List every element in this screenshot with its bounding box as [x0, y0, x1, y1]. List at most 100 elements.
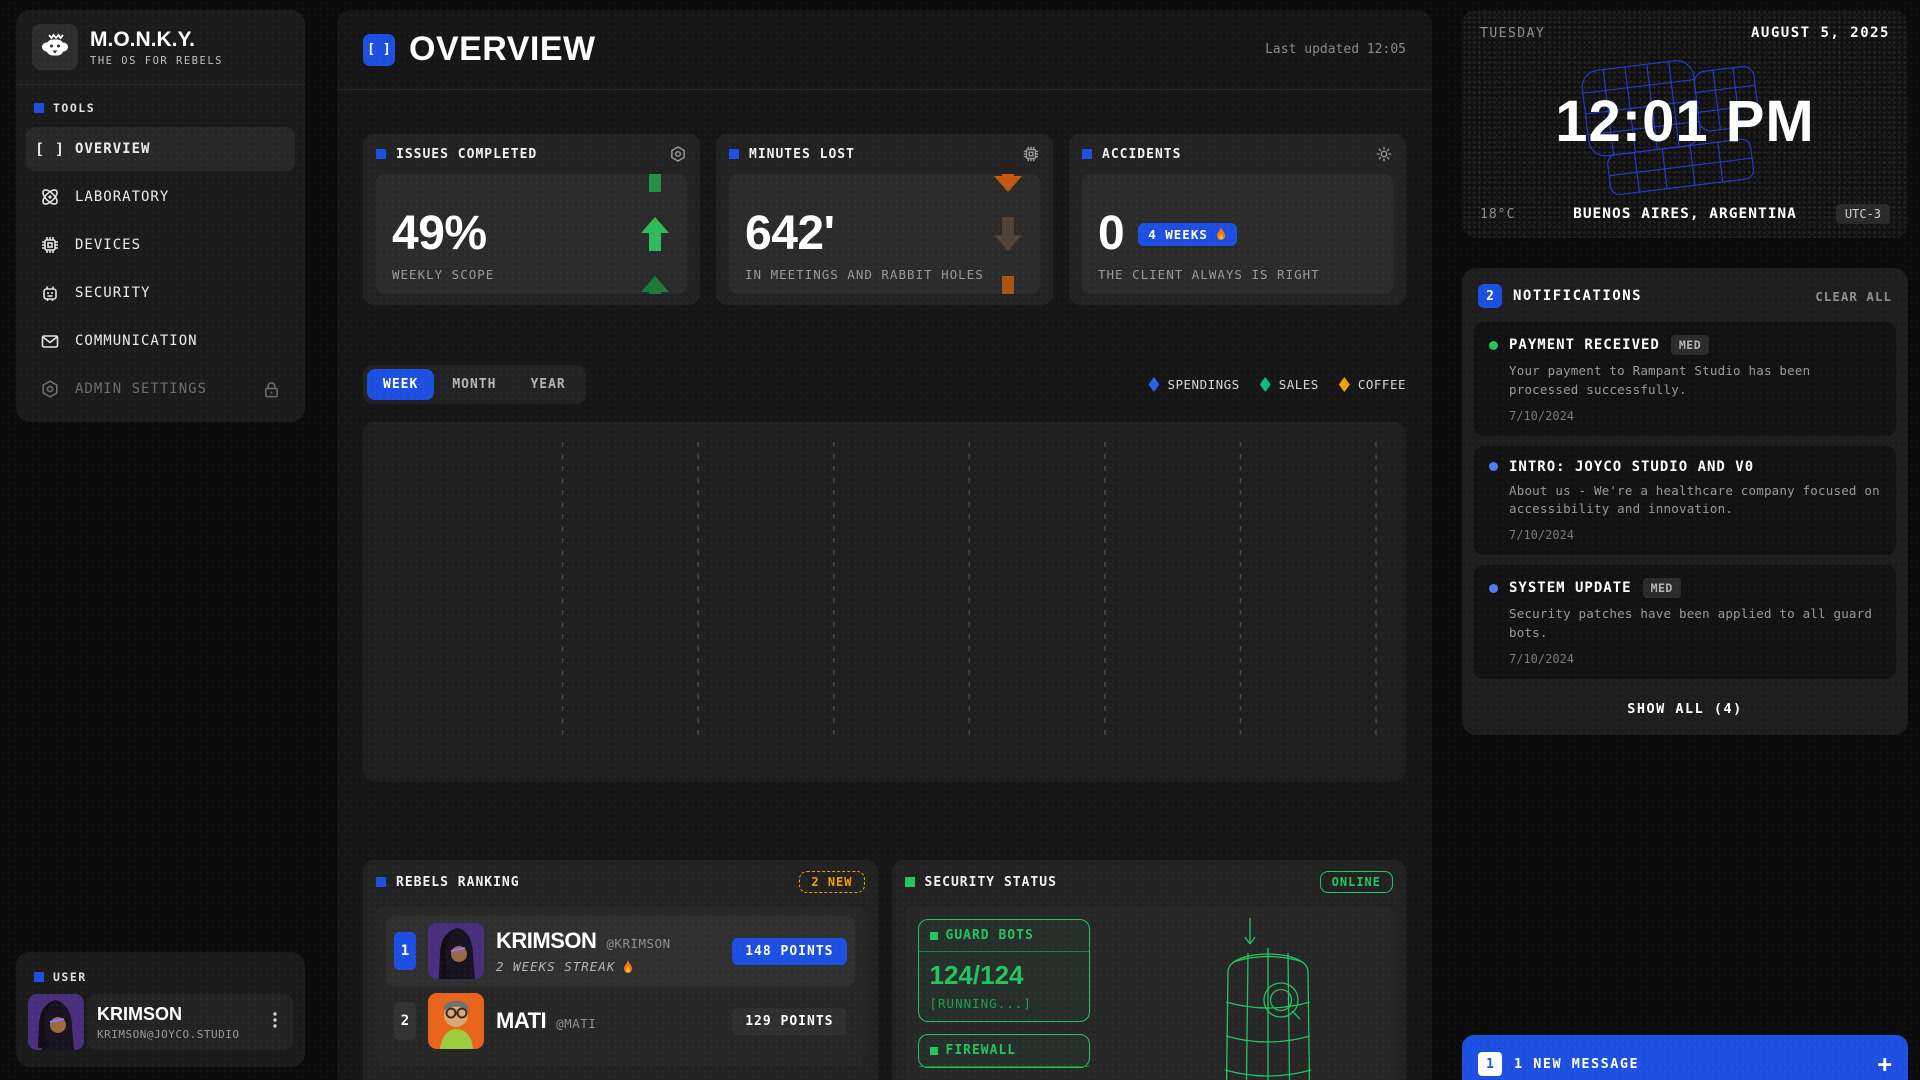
- tools-label: TOOLS: [53, 101, 95, 115]
- clock-temperature: 18°C: [1480, 207, 1570, 222]
- rank-badge: 1: [394, 932, 416, 970]
- envelope-icon: [39, 331, 61, 351]
- chip-icon[interactable]: [1022, 145, 1040, 163]
- sidebar-item-label: COMMUNICATION: [75, 333, 198, 349]
- trend-up-icon: [635, 174, 675, 294]
- overview-brackets-icon: [ ]: [363, 34, 395, 66]
- notification-item-intro[interactable]: INTRO: JOYCO STUDIO AND V0 About us - We…: [1474, 446, 1896, 556]
- rebel-name: MATI: [496, 1008, 546, 1034]
- ranking-row-1[interactable]: 1 KRIMSON @KRIMSON: [386, 916, 855, 986]
- rank-badge: 2: [394, 1002, 416, 1040]
- plus-icon: +: [1878, 1050, 1892, 1078]
- user-panel: USER KRIMSON KRIMSON@JOYCO.STUDIO: [16, 952, 305, 1067]
- notification-dot: [1489, 584, 1498, 593]
- tab-week[interactable]: WEEK: [367, 369, 434, 400]
- notification-title: INTRO: JOYCO STUDIO AND V0: [1509, 459, 1754, 475]
- card-bullet: [376, 149, 386, 159]
- user-menu-button[interactable]: [267, 1011, 283, 1033]
- points-badge: 129 POINTS: [732, 1008, 846, 1035]
- legend-item-coffee[interactable]: COFFEE: [1339, 377, 1406, 392]
- guard-bots-count: 124/124: [930, 960, 1078, 991]
- guard-bots-status: [RUNNING...]: [930, 996, 1078, 1011]
- rebel-handle: @KRIMSON: [606, 936, 670, 951]
- tab-year[interactable]: YEAR: [514, 369, 581, 400]
- flame-icon: [622, 960, 634, 974]
- clock-location: BUENOS AIRES, ARGENTINA: [1570, 206, 1800, 222]
- trend-down-icon: [988, 174, 1028, 294]
- notification-title: SYSTEM UPDATE: [1509, 580, 1632, 596]
- tab-month[interactable]: MONTH: [436, 369, 512, 400]
- sidebar-item-devices[interactable]: DEVICES: [26, 223, 295, 267]
- security-status-card: SECURITY STATUS ONLINE GUARD BOTS 124/12…: [892, 860, 1407, 1080]
- clock-date: AUGUST 5, 2025: [1751, 25, 1890, 41]
- legend-item-sales[interactable]: SALES: [1260, 377, 1319, 392]
- section-bullet: [34, 972, 44, 982]
- streak-badge: 4 WEEKS: [1138, 223, 1237, 246]
- stat-sublabel: WEEKLY SCOPE: [392, 267, 671, 282]
- app-logo: M.O.N.K.Y. THE OS FOR REBELS: [16, 10, 305, 84]
- diamond-icon: [1260, 377, 1271, 392]
- clear-all-button[interactable]: CLEAR ALL: [1815, 289, 1892, 304]
- online-badge: ONLINE: [1320, 871, 1393, 893]
- stat-label: ACCIDENTS: [1102, 147, 1181, 162]
- section-bullet: [34, 103, 44, 113]
- legend-item-spendings[interactable]: SPENDINGS: [1148, 377, 1239, 392]
- brackets-icon: [ ]: [39, 140, 61, 158]
- clock-utc-offset: UTC-3: [1836, 204, 1890, 224]
- chart-card: [363, 422, 1406, 782]
- rebel-avatar: [428, 923, 484, 979]
- page-header: [ ] OVERVIEW Last updated 12:05: [337, 10, 1432, 90]
- new-message-bar[interactable]: 1 1 NEW MESSAGE +: [1462, 1035, 1908, 1080]
- card-bullet: [905, 877, 915, 887]
- notification-dot: [1489, 462, 1498, 471]
- security-bot-wireframe: [1193, 914, 1343, 1080]
- burst-icon[interactable]: [1375, 145, 1393, 163]
- flame-icon: [1215, 227, 1227, 241]
- rebels-ranking-card: REBELS RANKING 2 NEW 1: [363, 860, 878, 1080]
- rebel-name: KRIMSON: [496, 928, 596, 954]
- priority-badge: MED: [1671, 335, 1709, 355]
- sidebar-item-label: LABORATORY: [75, 189, 169, 205]
- stat-card-issues-completed: ISSUES COMPLETED 49% WEEKLY SCOPE: [363, 134, 700, 305]
- status-bullet: [930, 1047, 938, 1055]
- notifications-count-badge: 2: [1478, 284, 1502, 308]
- app-title: M.O.N.K.Y.: [90, 28, 223, 52]
- sidebar-item-overview[interactable]: [ ] OVERVIEW: [26, 127, 295, 171]
- sidebar-item-laboratory[interactable]: LABORATORY: [26, 175, 295, 219]
- sidebar-item-communication[interactable]: COMMUNICATION: [26, 319, 295, 363]
- diamond-icon: [1148, 377, 1159, 392]
- sidebar-item-security[interactable]: SECURITY: [26, 271, 295, 315]
- show-all-button[interactable]: SHOW ALL (4): [1474, 689, 1896, 723]
- message-count-badge: 1: [1478, 1052, 1502, 1076]
- guard-bots-box: GUARD BOTS 124/124 [RUNNING...]: [918, 919, 1090, 1022]
- hex-nut-icon[interactable]: [669, 145, 687, 163]
- security-title: SECURITY STATUS: [925, 875, 1057, 890]
- notification-date: 7/10/2024: [1509, 528, 1881, 542]
- firewall-box: FIREWALL: [918, 1034, 1090, 1068]
- robot-icon: [39, 283, 61, 303]
- stat-sublabel: THE CLIENT ALWAYS IS RIGHT: [1098, 267, 1377, 282]
- nav-section-user: USER: [16, 954, 305, 992]
- stat-label: ISSUES COMPLETED: [396, 147, 537, 162]
- stat-label: MINUTES LOST: [749, 147, 855, 162]
- page-title: OVERVIEW: [409, 30, 596, 69]
- add-message-button[interactable]: +: [1878, 1052, 1892, 1076]
- sidebar-item-admin-settings: ADMIN SETTINGS: [26, 367, 295, 411]
- card-bullet: [376, 877, 386, 887]
- ranking-list: 1 KRIMSON @KRIMSON: [376, 906, 865, 1066]
- ranking-row-2[interactable]: 2 MATI @MA: [386, 986, 855, 1056]
- notification-item-system-update[interactable]: SYSTEM UPDATE MED Security patches have …: [1474, 565, 1896, 679]
- chip-icon: [39, 235, 61, 255]
- stats-row: ISSUES COMPLETED 49% WEEKLY SCOPE MINUTE…: [363, 134, 1406, 305]
- sidebar-item-label: DEVICES: [75, 237, 141, 253]
- sidebar-item-label: SECURITY: [75, 285, 150, 301]
- dots-vertical-icon: [267, 1011, 283, 1029]
- nav-section-tools: TOOLS: [16, 85, 305, 123]
- stat-card-minutes-lost: MINUTES LOST 642' IN MEETINGS AND RABBIT…: [716, 134, 1053, 305]
- main-panel: [ ] OVERVIEW Last updated 12:05 ISSUES C…: [337, 10, 1432, 1080]
- notifications-panel: 2 NOTIFICATIONS CLEAR ALL PAYMENT RECEIV…: [1462, 268, 1908, 735]
- lock-icon: [260, 380, 282, 399]
- notification-item-payment[interactable]: PAYMENT RECEIVED MED Your payment to Ram…: [1474, 322, 1896, 436]
- clock-widget: TUESDAY AUGUST 5, 2025 12:01 PM 18°C BUE…: [1462, 10, 1908, 238]
- app-subtitle: THE OS FOR REBELS: [90, 55, 223, 67]
